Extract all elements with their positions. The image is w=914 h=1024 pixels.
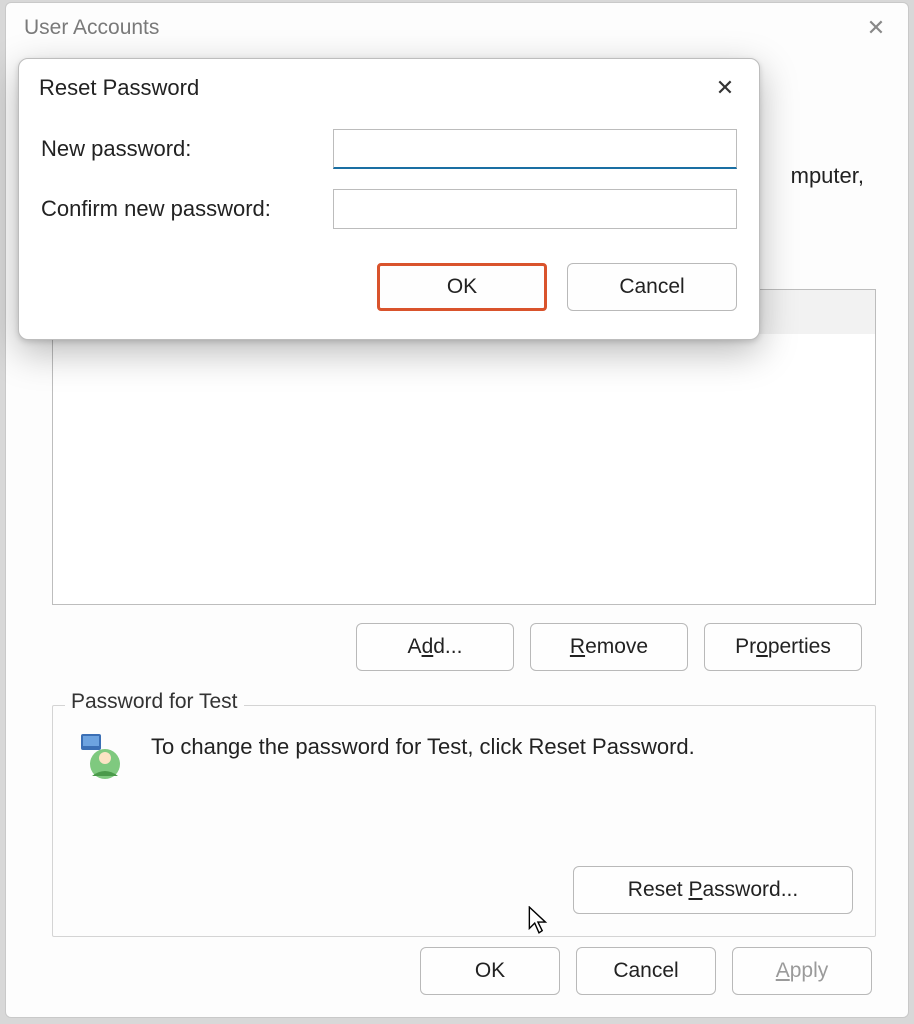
modal-button-row: OK Cancel xyxy=(41,249,737,317)
ok-button[interactable]: OK xyxy=(420,947,560,995)
close-icon[interactable]: ✕ xyxy=(862,14,890,42)
reset-password-dialog: Reset Password ✕ New password: Confirm n… xyxy=(18,58,760,340)
modal-titlebar: Reset Password ✕ xyxy=(19,59,759,117)
add-button[interactable]: Add... xyxy=(356,623,514,671)
groupbox-text: To change the password for Test, click R… xyxy=(151,734,695,760)
password-groupbox: Password for Test To change the password… xyxy=(52,705,876,937)
confirm-password-input[interactable] xyxy=(333,189,737,229)
modal-body: New password: Confirm new password: OK C… xyxy=(19,117,759,339)
user-accounts-title: User Accounts xyxy=(24,16,159,40)
user-accounts-titlebar: User Accounts ✕ xyxy=(6,3,908,53)
new-password-input[interactable] xyxy=(333,129,737,169)
reset-button-row: Reset Password... xyxy=(573,866,853,914)
cursor-icon xyxy=(528,906,550,936)
modal-ok-button[interactable]: OK xyxy=(377,263,547,311)
cancel-button[interactable]: Cancel xyxy=(576,947,716,995)
partial-intro-text: mputer, xyxy=(791,163,864,189)
modal-title: Reset Password xyxy=(39,75,199,101)
close-icon[interactable]: ✕ xyxy=(703,70,747,106)
user-action-row: Add... Remove Properties xyxy=(356,623,862,671)
confirm-password-label: Confirm new password: xyxy=(41,196,333,222)
remove-button[interactable]: Remove xyxy=(530,623,688,671)
modal-cancel-button[interactable]: Cancel xyxy=(567,263,737,311)
confirm-password-row: Confirm new password: xyxy=(41,189,737,229)
properties-button[interactable]: Properties xyxy=(704,623,862,671)
bottom-button-row: OK Cancel Apply xyxy=(420,947,872,995)
key-user-icon xyxy=(75,730,131,786)
apply-button[interactable]: Apply xyxy=(732,947,872,995)
new-password-row: New password: xyxy=(41,129,737,169)
groupbox-label: Password for Test xyxy=(65,690,244,714)
reset-password-button[interactable]: Reset Password... xyxy=(573,866,853,914)
new-password-label: New password: xyxy=(41,136,333,162)
groupbox-content: To change the password for Test, click R… xyxy=(53,706,875,786)
